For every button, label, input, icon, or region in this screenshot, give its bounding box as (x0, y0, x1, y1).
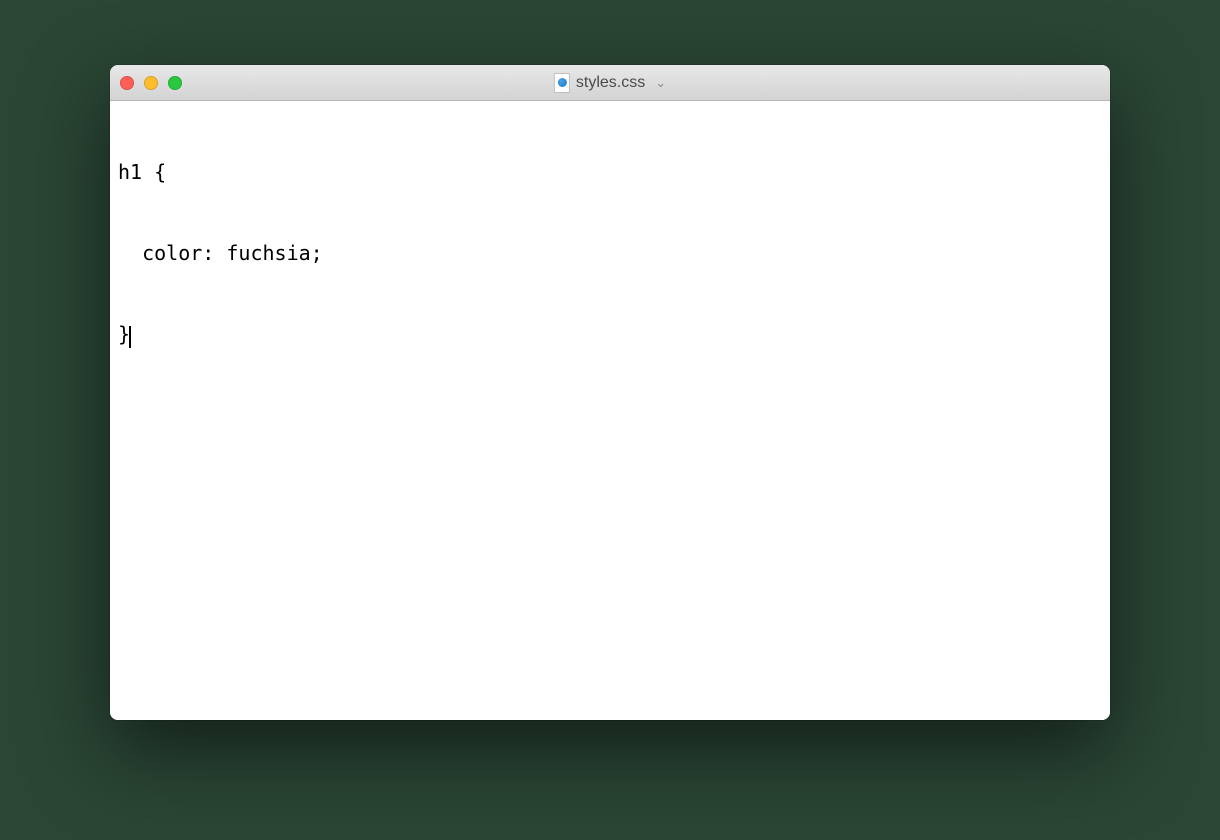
titlebar[interactable]: styles.css ⌄ (110, 65, 1110, 101)
close-button[interactable] (120, 76, 134, 90)
code-line: } (118, 321, 1102, 348)
code-line: color: fuchsia; (118, 240, 1102, 267)
text-editor[interactable]: h1 { color: fuchsia; } (110, 101, 1110, 720)
window-controls (120, 76, 182, 90)
code-line: h1 { (118, 159, 1102, 186)
minimize-button[interactable] (144, 76, 158, 90)
title-dropdown[interactable]: styles.css ⌄ (554, 73, 666, 93)
css-file-icon (554, 73, 570, 93)
editor-window: styles.css ⌄ h1 { color: fuchsia; } (110, 65, 1110, 720)
text-cursor (129, 326, 131, 348)
zoom-button[interactable] (168, 76, 182, 90)
chevron-down-icon: ⌄ (655, 75, 666, 91)
window-title: styles.css (576, 74, 645, 92)
